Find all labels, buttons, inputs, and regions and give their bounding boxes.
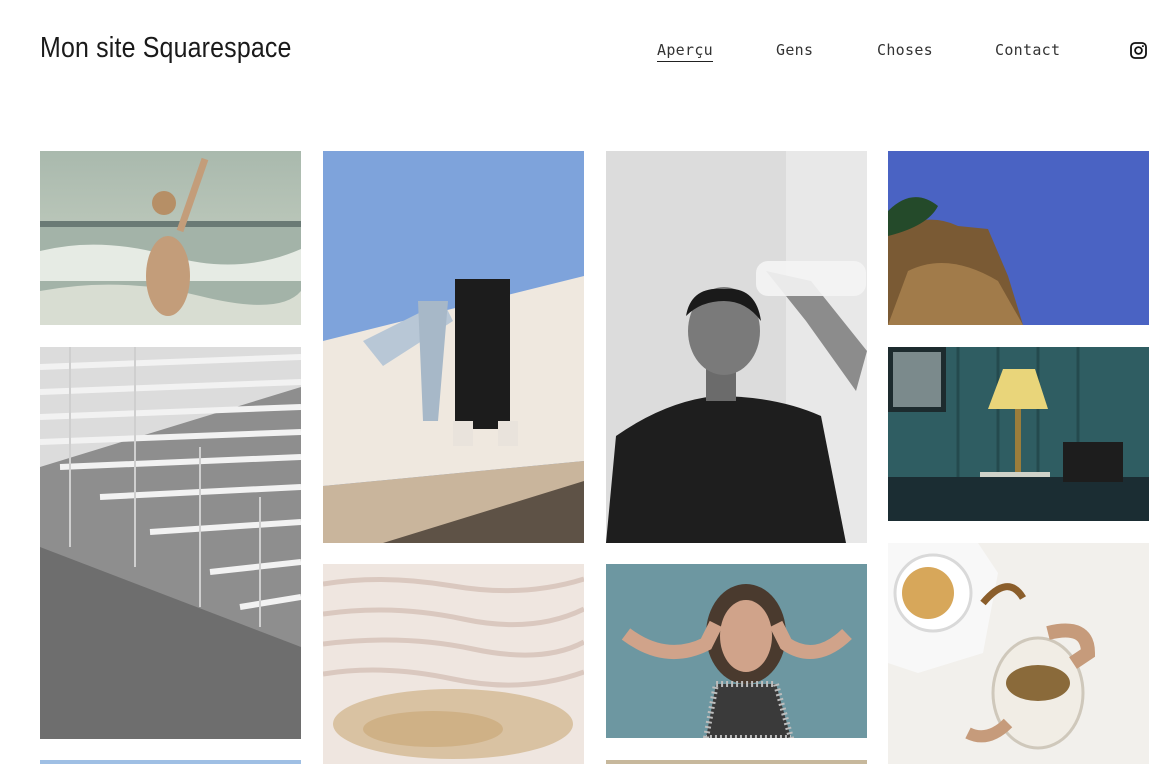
nav-link-apercu[interactable]: Aperçu [657,41,713,62]
nav-link-choses[interactable]: Choses [877,41,933,59]
laughing-woman-photo[interactable] [606,564,867,738]
instagram-icon[interactable] [1130,42,1147,59]
nav-link-gens[interactable]: Gens [776,41,813,59]
nav-link-contact[interactable]: Contact [995,41,1060,59]
column-3-next-photo[interactable] [606,760,867,764]
cliff-sky-photo[interactable] [888,151,1149,325]
water-bottle-portrait-photo[interactable] [606,151,867,543]
people-on-wall-photo[interactable] [323,151,584,543]
main-nav: Aperçu Gens Choses Contact [0,41,1171,65]
travertine-terraces-photo[interactable] [323,564,584,764]
bleachers-photo[interactable] [40,347,301,739]
beach-splash-photo[interactable] [40,151,301,325]
bedside-lamp-photo[interactable] [888,347,1149,521]
column-1-next-photo[interactable] [40,760,301,764]
tea-pour-photo[interactable] [888,543,1149,764]
